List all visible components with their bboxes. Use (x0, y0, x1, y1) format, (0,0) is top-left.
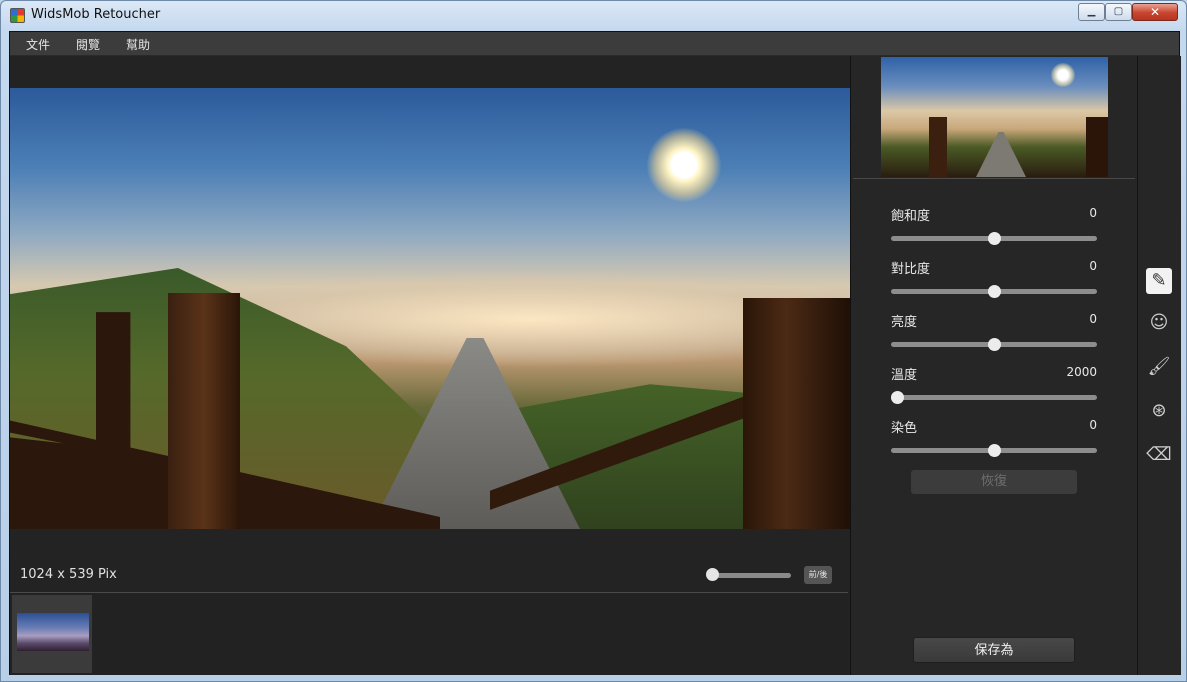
contrast-value: 0 (1089, 259, 1097, 273)
photo-post-left (168, 293, 240, 529)
menu-file[interactable]: 文件 (26, 36, 50, 53)
brightness-slider-knob[interactable] (987, 338, 1001, 351)
preview-thumbnail (881, 57, 1108, 177)
photo-sun (647, 128, 721, 202)
brightness-label: 亮度 (891, 315, 918, 330)
thumbnail-item[interactable] (12, 595, 92, 673)
tint-value: 0 (1089, 418, 1097, 432)
preview-post-right (1086, 117, 1108, 177)
face-icon[interactable]: ☺ (1146, 310, 1172, 336)
photo-post-right (743, 298, 850, 529)
client-area: 文件 閱覽 幫助 1024 x 539 Pix 前/後 飽和度 0 對比度 0 … (9, 31, 1181, 675)
preview-walkway (976, 132, 1026, 177)
maximize-button[interactable]: ▢ (1105, 3, 1132, 21)
before-after-button[interactable]: 前/後 (804, 566, 832, 584)
close-button[interactable]: ✕ (1132, 3, 1178, 21)
app-logo-icon (10, 8, 25, 23)
tool-sidebar: ✎ ☺ 🖌 ⊛ ⌫ (1137, 56, 1181, 675)
temperature-slider-track[interactable] (891, 395, 1097, 400)
preview-divider (853, 178, 1135, 179)
temperature-slider-knob[interactable] (891, 391, 904, 404)
window-title: WidsMob Retoucher (31, 7, 161, 22)
menu-help[interactable]: 幫助 (126, 36, 150, 53)
preview-sun (1051, 63, 1075, 87)
saturation-value: 0 (1089, 206, 1097, 220)
menu-view[interactable]: 閱覽 (76, 36, 100, 53)
image-dimensions: 1024 x 539 Pix (20, 567, 117, 582)
tint-slider-knob[interactable] (987, 444, 1001, 457)
zoom-slider-knob[interactable] (706, 568, 719, 581)
app-window: WidsMob Retoucher ▁ ▢ ✕ 文件 閱覽 幫助 1024 x … (0, 0, 1187, 682)
reset-button[interactable]: 恢復 (911, 470, 1077, 494)
contrast-slider-knob[interactable] (987, 285, 1001, 298)
contrast-label: 對比度 (891, 262, 931, 277)
saturation-slider-knob[interactable] (987, 232, 1001, 245)
brush-icon[interactable]: 🖌 (1146, 354, 1172, 380)
brightness-value: 0 (1089, 312, 1097, 326)
preview-post-left (929, 117, 947, 177)
color-circles-icon[interactable]: ⊛ (1146, 398, 1172, 424)
pencil-icon[interactable]: ✎ (1146, 268, 1172, 294)
title-bar: WidsMob Retoucher ▁ ▢ ✕ (1, 1, 1186, 31)
zoom-slider-track[interactable] (712, 573, 791, 578)
thumbnail-strip (10, 592, 848, 675)
eraser-icon[interactable]: ⌫ (1146, 442, 1172, 468)
temperature-value: 2000 (1066, 365, 1097, 379)
tint-label: 染色 (891, 421, 918, 436)
temperature-label: 溫度 (891, 368, 918, 383)
save-as-button[interactable]: 保存為 (913, 637, 1075, 663)
main-photo[interactable] (10, 88, 850, 529)
minimize-button[interactable]: ▁ (1078, 3, 1105, 21)
thumbnail-image (17, 613, 89, 651)
adjust-panel: 飽和度 0 對比度 0 亮度 0 溫度 2000 染色 0 恢復 保存為 (851, 56, 1137, 675)
saturation-label: 飽和度 (891, 209, 931, 224)
menu-bar: 文件 閱覽 幫助 (10, 32, 1179, 56)
editor-pane: 1024 x 539 Pix 前/後 (10, 56, 850, 675)
